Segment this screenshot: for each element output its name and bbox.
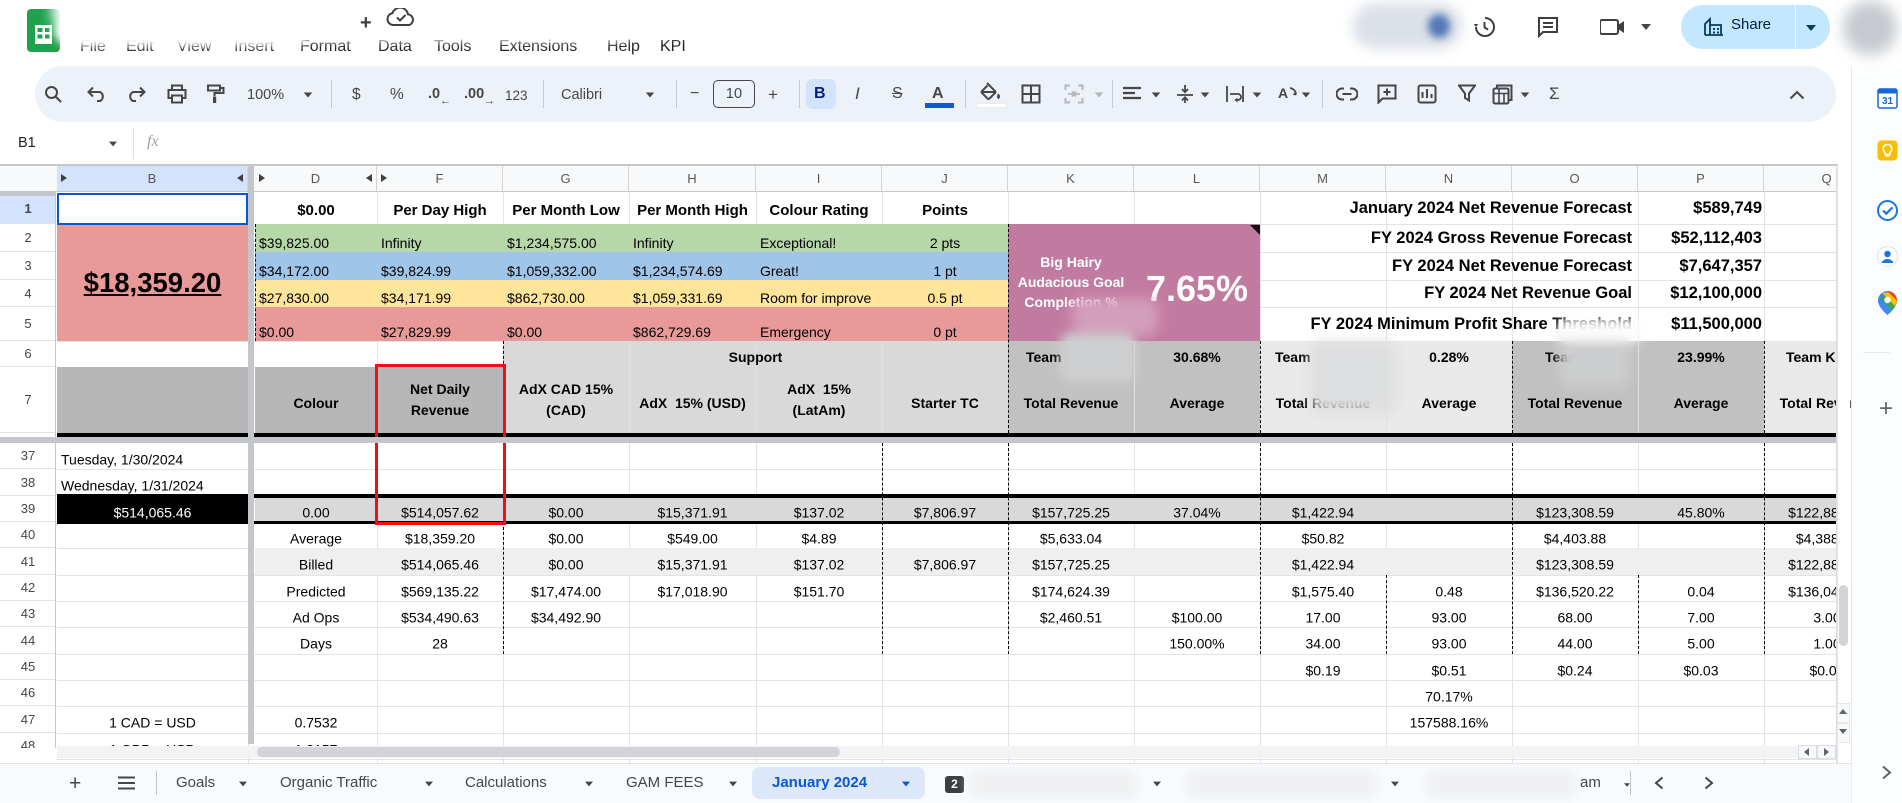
- svg-text:A: A: [1278, 85, 1288, 101]
- svg-text:31: 31: [1882, 96, 1894, 107]
